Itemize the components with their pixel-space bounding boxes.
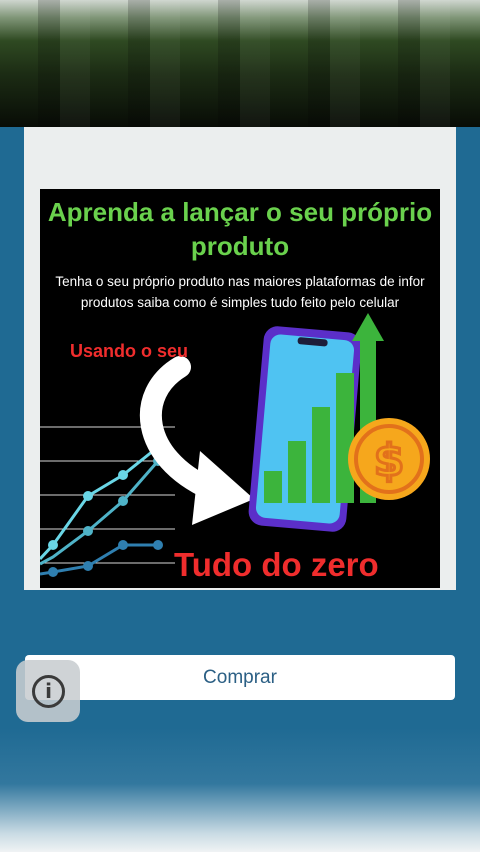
background-video-frame xyxy=(0,0,480,127)
ad-creative[interactable]: $ Aprenda a lançar o seu próprio produto… xyxy=(40,189,440,588)
ad-headline: Aprenda a lançar o seu próprio produto xyxy=(47,197,433,261)
bottom-background xyxy=(0,728,480,852)
buy-button[interactable]: Comprar xyxy=(25,655,455,700)
ad-subtitle: Tenha o seu próprio produto nas maiores … xyxy=(55,274,425,310)
ad-using-label: Usando o seu xyxy=(70,341,189,361)
dollar-coin-icon: $ xyxy=(348,418,430,500)
info-icon: i xyxy=(32,675,65,708)
curved-arrow-icon xyxy=(139,356,254,525)
svg-text:$: $ xyxy=(374,435,405,486)
info-button[interactable]: i xyxy=(16,660,80,722)
ad-footer-text: Tudo do zero xyxy=(174,546,379,583)
